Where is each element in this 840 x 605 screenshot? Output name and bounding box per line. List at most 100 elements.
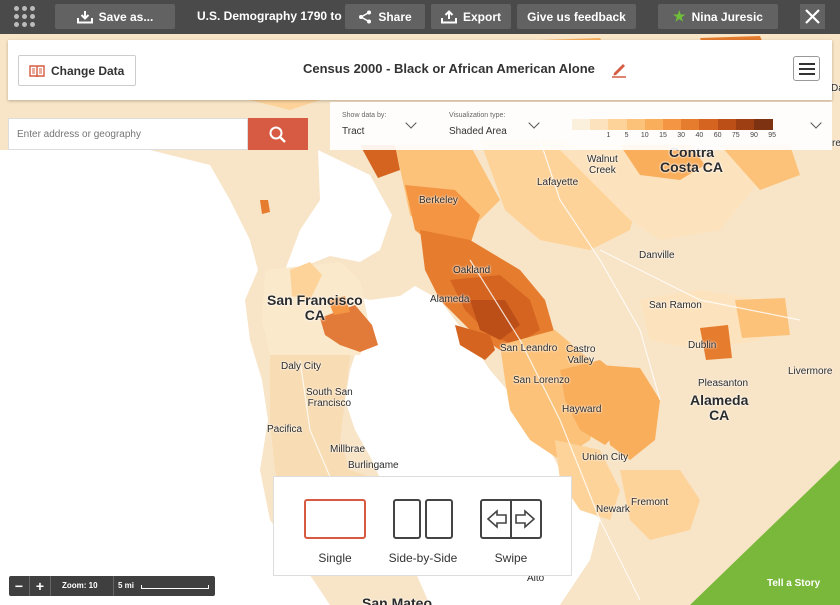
upload-icon (440, 9, 457, 23)
label-castro-valley: Castro Valley (566, 344, 596, 366)
search-button[interactable] (248, 118, 308, 150)
label-south-san-francisco: South San Francisco (306, 387, 353, 409)
close-button[interactable] (800, 4, 825, 29)
label-walnut-creek-text: Walnut (587, 154, 618, 165)
legend-tick: 75 (731, 132, 740, 139)
show-data-by-select[interactable]: Tract (342, 126, 364, 137)
legend-tick: 15 (659, 132, 667, 139)
download-icon (76, 10, 93, 23)
top-toolbar: Save as... U.S. Demography 1790 to Prese… (0, 0, 840, 34)
feedback-button[interactable]: Give us feedback (517, 4, 636, 29)
side-by-side-icon (393, 499, 453, 539)
label-fremont: Fremont (631, 497, 669, 508)
legend-tick: 30 (677, 132, 686, 139)
label-re: re (832, 138, 840, 149)
export-label: Export (462, 9, 501, 24)
legend-swatch (590, 119, 609, 130)
map-controls: Show data by: Tract Visualization type: … (330, 102, 832, 150)
zoom-out-button[interactable]: − (9, 576, 30, 596)
legend-tick: 1 (606, 132, 611, 139)
swipe-mode-label: Swipe (494, 551, 528, 565)
single-view-icon (304, 499, 366, 539)
label-livermore: Livermore (788, 366, 833, 377)
label-pacifica: Pacifica (267, 424, 303, 435)
label-danville: Danville (639, 250, 675, 261)
legend-tick: 40 (695, 132, 704, 139)
change-data-label: Change Data (51, 63, 125, 78)
zoom-level: Zoom: 10 (62, 581, 98, 590)
export-button[interactable]: Export (431, 4, 511, 29)
map-title: Census 2000 - Black or African American … (303, 61, 595, 76)
book-icon (29, 64, 45, 77)
legend-swatch (572, 119, 591, 130)
label-alameda: Alameda (430, 294, 470, 305)
label-alameda-county-text: Alameda (690, 392, 749, 408)
legend-swatch (735, 119, 755, 130)
label-san-ramon: San Ramon (649, 300, 702, 311)
show-data-by-label: Show data by: (342, 112, 387, 119)
label-alameda-county: Alameda CA (690, 393, 748, 422)
side-by-side-mode-button[interactable]: Side-by-Side (389, 499, 457, 569)
save-as-button[interactable]: Save as... (55, 4, 175, 29)
tell-a-story-label[interactable]: Tell a Story (767, 578, 820, 589)
share-icon (359, 10, 372, 23)
legend-tick: 90 (750, 132, 758, 139)
star-icon: ★ (673, 8, 686, 24)
label-san-lorenzo: San Lorenzo (513, 375, 570, 386)
label-dublin: Dublin (688, 340, 717, 351)
swipe-mode-button[interactable]: Swipe (480, 499, 542, 569)
scale-distance: 5 mi (118, 581, 135, 590)
label-south-sf-text-2: Francisco (307, 397, 352, 409)
legend-swatch (626, 119, 646, 130)
label-san-francisco: San Francisco CA (267, 293, 363, 322)
legend-swatch (644, 119, 664, 130)
label-walnut-creek: Walnut Creek (587, 154, 618, 176)
app-title: U.S. Demography 1790 to Present (197, 9, 347, 23)
swipe-icon (480, 499, 542, 539)
viz-type-select[interactable]: Shaded Area (449, 126, 507, 137)
label-daly-city: Daly City (281, 361, 322, 372)
search-icon (269, 126, 286, 143)
viz-type-chevron-icon[interactable] (528, 117, 540, 129)
label-hayward: Hayward (562, 404, 602, 415)
single-mode-button[interactable]: Single (304, 499, 366, 569)
legend-swatch (699, 119, 719, 130)
label-newark: Newark (596, 504, 630, 515)
label-san-mateo: San Mateo (362, 595, 433, 605)
label-berkeley: Berkeley (419, 195, 458, 206)
label-alameda-county-state: CA (709, 406, 730, 423)
show-data-by-chevron-icon[interactable] (405, 117, 417, 129)
label-san-leandro: San Leandro (500, 343, 558, 354)
hamburger-menu-button[interactable] (793, 56, 820, 81)
user-button[interactable]: ★ Nina Juresic (658, 4, 778, 29)
zoom-in-button[interactable]: + (30, 576, 51, 596)
single-mode-label: Single (318, 551, 352, 565)
label-castro-valley-text: Castro (566, 344, 596, 355)
legend-chevron-icon[interactable] (810, 117, 822, 129)
legend-swatch (717, 119, 737, 130)
side-by-side-mode-label: Side-by-Side (388, 551, 458, 565)
label-pleasanton: Pleasanton (698, 378, 749, 389)
label-oakland: Oakland (453, 265, 491, 276)
search-input[interactable] (8, 118, 248, 150)
close-icon (805, 9, 820, 24)
viz-type-label: Visualization type: (449, 112, 506, 119)
pencil-icon[interactable] (610, 60, 628, 78)
apps-grid-icon[interactable] (14, 6, 36, 28)
zoom-separator (113, 576, 114, 596)
legend-swatch (608, 119, 628, 130)
user-name: Nina Juresic (691, 9, 763, 24)
view-mode-panel: Single Side-by-Side Swipe (273, 476, 572, 576)
label-burlingame: Burlingame (348, 460, 399, 471)
change-data-button[interactable]: Change Data (18, 55, 136, 86)
map-header: Change Data Census 2000 - Black or Afric… (8, 40, 832, 100)
scale-bar (141, 585, 209, 589)
legend-tick: 5 (624, 132, 629, 139)
legend-swatch (754, 119, 773, 130)
label-millbrae: Millbrae (330, 444, 366, 455)
label-lafayette: Lafayette (537, 177, 579, 188)
share-button[interactable]: Share (345, 4, 425, 29)
zoom-bar: − + Zoom: 10 5 mi (9, 576, 215, 596)
label-union-city: Union City (582, 452, 629, 463)
legend-tick: 95 (768, 132, 777, 139)
